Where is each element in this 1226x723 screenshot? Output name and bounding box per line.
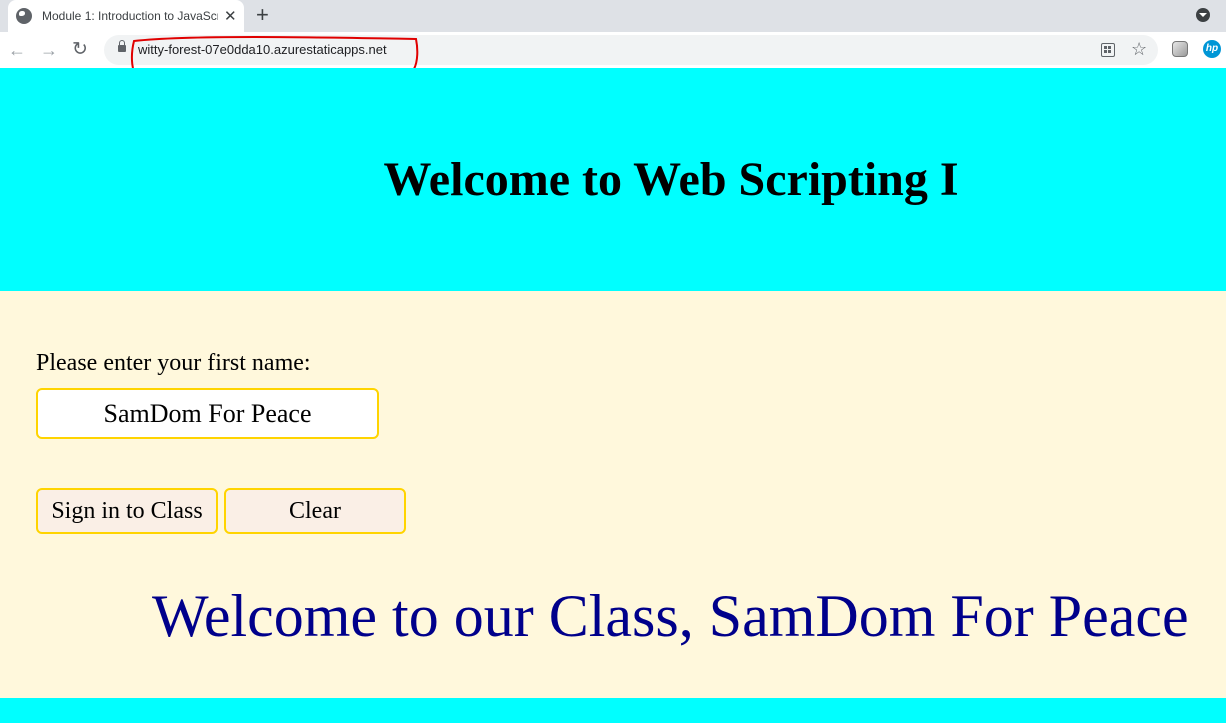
page-header: Welcome to Web Scripting I <box>0 68 1226 291</box>
bookmark-star-icon[interactable]: ☆ <box>1131 38 1147 60</box>
back-button[interactable]: ← <box>8 38 26 62</box>
forward-button[interactable]: → <box>40 38 58 62</box>
page-title: Welcome to Web Scripting I <box>383 153 959 206</box>
address-bar[interactable]: witty-forest-07e0dda10.azurestaticapps.n… <box>104 35 1158 65</box>
welcome-message: Welcome to our Class, SamDom For Peace <box>152 583 1189 649</box>
page-footer <box>0 698 1226 723</box>
main-content: Please enter your first name: Sign in to… <box>0 291 1226 698</box>
extension-cube-icon[interactable] <box>1172 41 1188 57</box>
qr-code-icon[interactable] <box>1101 43 1115 57</box>
new-tab-button[interactable]: + <box>256 3 269 27</box>
tab-title: Module 1: Introduction to JavaScript <box>42 9 218 23</box>
clear-button[interactable]: Clear <box>224 488 406 534</box>
browser-toolbar: ← → ↻ witty-forest-07e0dda10.azurestatic… <box>0 32 1226 68</box>
first-name-label: Please enter your first name: <box>36 350 311 376</box>
sign-in-button[interactable]: Sign in to Class <box>36 488 218 534</box>
browser-tabstrip: Module 1: Introduction to JavaScript ✕ + <box>0 0 1226 32</box>
hp-extension-icon[interactable]: hp <box>1203 40 1221 58</box>
close-tab-icon[interactable]: ✕ <box>224 9 237 24</box>
web-page: Welcome to Web Scripting I Please enter … <box>0 68 1226 723</box>
lock-icon[interactable] <box>118 40 126 52</box>
reload-button[interactable]: ↻ <box>72 38 88 62</box>
browser-tab[interactable]: Module 1: Introduction to JavaScript ✕ <box>8 0 244 32</box>
globe-icon <box>16 8 32 24</box>
first-name-input[interactable] <box>36 388 379 439</box>
tab-search-icon[interactable] <box>1196 8 1210 22</box>
url-text[interactable]: witty-forest-07e0dda10.azurestaticapps.n… <box>138 42 387 57</box>
